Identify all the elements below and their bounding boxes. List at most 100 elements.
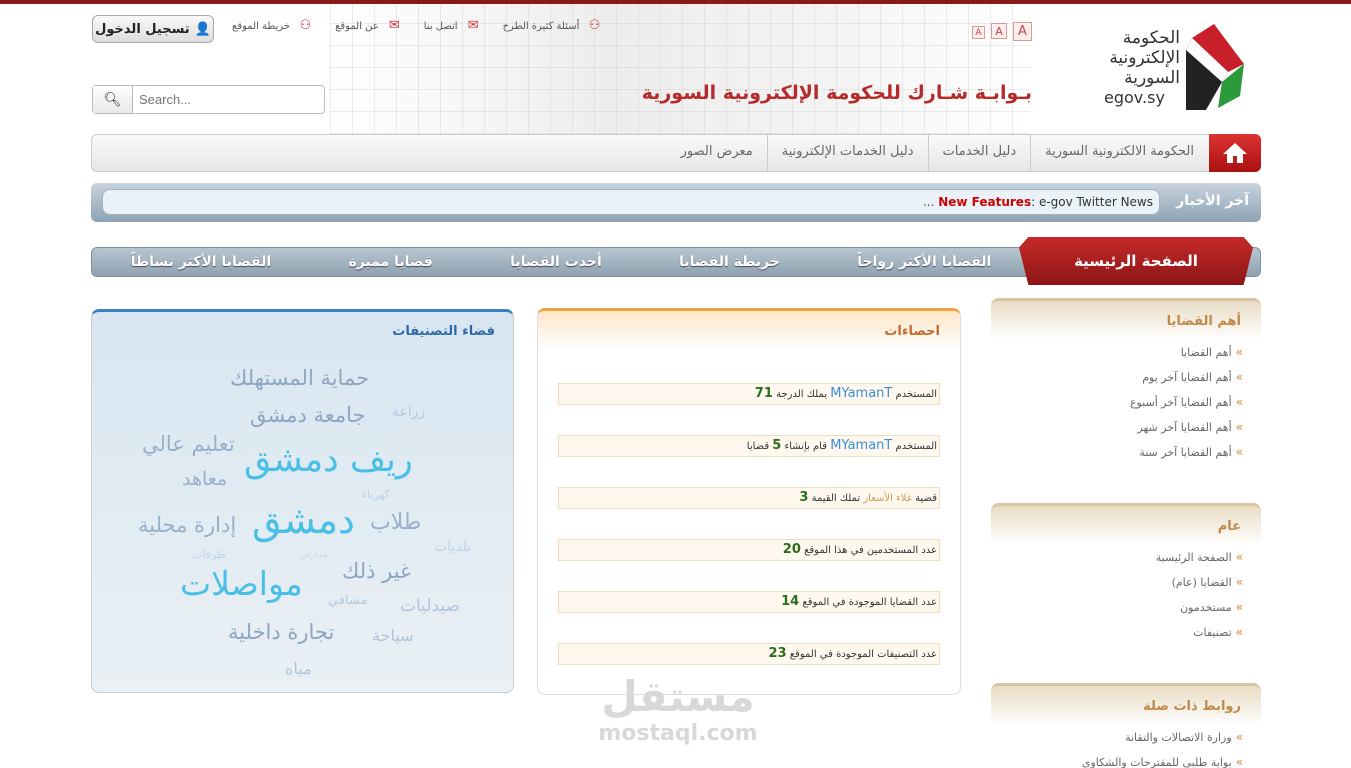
- issues-nav-map[interactable]: خريطة القضايا: [679, 248, 780, 278]
- tag-link[interactable]: مواصلات: [180, 564, 303, 603]
- stat-text: عدد المستخدمين في هذا الموقع: [804, 545, 937, 556]
- tag-cloud-box: فضاء التصنيفات حماية المستهلك زراعة جامع…: [91, 309, 514, 693]
- watermark-arabic: مستقل: [601, 672, 755, 721]
- tag-link[interactable]: طلاب: [370, 510, 421, 535]
- nav-item-gallery[interactable]: معرض الصور: [667, 135, 767, 171]
- font-size-medium-button[interactable]: A: [991, 23, 1007, 39]
- tag-link[interactable]: تعليم عالي: [142, 432, 235, 456]
- tag-link[interactable]: صيدليات: [400, 596, 460, 616]
- tag-link[interactable]: زراعة: [392, 404, 425, 420]
- nav-item-services[interactable]: دليل الخدمات: [927, 135, 1031, 171]
- stat-text: قام بإنشاء: [784, 441, 828, 452]
- sidebar-top-issues: أهم القضايا أهم القضايا أهم القضايا آخر …: [991, 298, 1261, 465]
- sitemap-link[interactable]: ⚇ خريطة الموقع: [232, 18, 312, 33]
- issues-nav-home[interactable]: الصفحة الرئيسية: [1019, 237, 1253, 285]
- nav-item-egov[interactable]: الحكومة الالكترونية السورية: [1030, 135, 1208, 171]
- home-icon: [1223, 143, 1247, 163]
- main-nav: الحكومة الالكترونية السورية دليل الخدمات…: [91, 134, 1261, 172]
- mail-icon: ✉: [467, 18, 479, 33]
- tag-link[interactable]: مدارس: [300, 550, 327, 560]
- tag-link[interactable]: دمشق: [252, 498, 355, 542]
- tag-link[interactable]: معاهد: [182, 468, 227, 490]
- logo-line3: السورية: [1124, 68, 1180, 88]
- stat-number: 71: [754, 386, 773, 401]
- stat-text: المستخدم: [895, 389, 937, 400]
- watermark: مستقل mostaql.com: [593, 672, 763, 746]
- tag-link[interactable]: بلديات: [434, 539, 471, 555]
- news-more: ...: [922, 195, 935, 209]
- logo-line2: الإلكترونية: [1109, 48, 1180, 68]
- issues-nav-latest[interactable]: أحدث القضايا: [510, 248, 602, 278]
- tag-link[interactable]: حماية المستهلك: [230, 366, 369, 390]
- tag-link[interactable]: جامعة دمشق: [250, 403, 366, 427]
- stat-text: عدد القضايا الموجودة في الموقع: [802, 597, 937, 608]
- stat-user-link[interactable]: MYamanT: [830, 386, 892, 401]
- sidebar-link[interactable]: تصنيفات: [991, 620, 1243, 645]
- news-headline: : e-gov Twitter News: [1031, 195, 1153, 209]
- news-feature-label: New Features: [938, 195, 1032, 209]
- stat-user-link[interactable]: MYamanT: [830, 438, 892, 453]
- sidebar-link[interactable]: مستخدمون: [991, 595, 1243, 620]
- egov-logo[interactable]: الحكومة الإلكترونية السورية egov.sy: [1100, 22, 1250, 112]
- tag-link[interactable]: ريف دمشق: [244, 440, 413, 480]
- issues-nav-active[interactable]: القضايا الأكثر نشاطاً: [131, 248, 271, 278]
- login-label: تسجيل الدخول: [95, 21, 190, 37]
- stat-text: المستخدم: [895, 441, 937, 452]
- font-size-controls: A A A: [972, 22, 1032, 41]
- tag-link[interactable]: إدارة محلية: [138, 513, 236, 537]
- sidebar-link[interactable]: بوابة طلبي للمقترحات والشكاوى: [991, 750, 1243, 768]
- top-links: ⚇ أسئلة كثيرة الطرح ✉ اتصل بنا ✉ عن الموقع …: [232, 18, 601, 33]
- tag-link[interactable]: تجارة داخلية: [228, 620, 334, 644]
- sidebar-related-links: روابط ذات صلة وزارة الاتصالات والتقانة ب…: [991, 683, 1261, 768]
- stat-text: قضية: [915, 493, 937, 504]
- issues-nav-featured[interactable]: قضايا مميزة: [348, 248, 432, 278]
- stat-number: 3: [799, 490, 809, 505]
- about-link[interactable]: ✉ عن الموقع: [335, 18, 400, 33]
- contact-link[interactable]: ✉ اتصل بنا: [424, 18, 479, 33]
- sidebar-link[interactable]: أهم القضايا آخر شهر: [991, 415, 1243, 440]
- logo-line1: الحكومة: [1122, 28, 1180, 48]
- tag-link[interactable]: مياه: [285, 659, 312, 678]
- stat-row: المستخدم MYamanT قام بإنشاء 5 قضايا: [558, 435, 940, 457]
- sidebar-link[interactable]: أهم القضايا آخر يوم: [991, 365, 1243, 390]
- news-ticker[interactable]: ... New Features: e-gov Twitter News: [102, 189, 1160, 215]
- home-button[interactable]: [1209, 134, 1261, 172]
- tag-link[interactable]: مشافي: [328, 593, 368, 608]
- user-icon: 👤: [194, 21, 211, 37]
- login-button[interactable]: 👤 تسجيل الدخول: [92, 15, 214, 43]
- tag-link[interactable]: غير ذلك: [342, 559, 411, 583]
- sidebar-link[interactable]: الصفحة الرئيسية: [991, 545, 1243, 570]
- search-icon: 🔍︎: [103, 91, 122, 108]
- stat-number: 14: [781, 594, 800, 609]
- sitemap-icon: ⚇: [299, 18, 312, 33]
- sidebar-link[interactable]: أهم القضايا آخر سنة: [991, 440, 1243, 465]
- sidebar-link[interactable]: القضايا (عام): [991, 570, 1243, 595]
- search-box: 🔍︎: [92, 85, 325, 114]
- sidebar-link[interactable]: أهم القضايا: [991, 340, 1243, 365]
- stat-text: يملك الدرجة: [776, 389, 828, 400]
- sidebar-link[interactable]: وزارة الاتصالات والتقانة: [991, 725, 1243, 750]
- stats-box: احصاءات المستخدم MYamanT يملك الدرجة 71 …: [537, 308, 961, 695]
- news-title: آخر الأخبار: [1176, 193, 1249, 209]
- font-size-small-button[interactable]: A: [972, 26, 985, 39]
- site-title: بـوابـة شـارك للحكومة الإلكترونية السوري…: [641, 82, 1032, 104]
- nav-item-eservices[interactable]: دليل الخدمات الإلكترونية: [766, 135, 928, 171]
- mail-icon: ✉: [388, 18, 400, 33]
- tag-link[interactable]: كهرباء: [362, 488, 390, 501]
- issues-nav-trending[interactable]: القضايا الأكثر رواجاً: [857, 248, 991, 278]
- flag-logo-icon: [1185, 24, 1244, 110]
- search-button[interactable]: 🔍︎: [93, 86, 133, 113]
- search-input[interactable]: [133, 86, 323, 113]
- tag-link[interactable]: طرقات: [192, 548, 226, 561]
- stat-row: المستخدم MYamanT يملك الدرجة 71: [558, 383, 940, 405]
- tag-link[interactable]: سياحة: [372, 626, 414, 645]
- sidebar-link[interactable]: أهم القضايا آخر أسبوع: [991, 390, 1243, 415]
- font-size-large-button[interactable]: A: [1013, 22, 1032, 41]
- stat-issue-link[interactable]: غلاء الأسعار: [863, 493, 912, 504]
- faq-link[interactable]: ⚇ أسئلة كثيرة الطرح: [502, 18, 601, 33]
- sidebar-general: عام الصفحة الرئيسية القضايا (عام) مستخدم…: [991, 503, 1261, 645]
- faq-link-label: أسئلة كثيرة الطرح: [502, 20, 580, 32]
- sitemap-icon: ⚇: [588, 18, 601, 33]
- news-bar: آخر الأخبار ... New Features: e-gov Twit…: [91, 183, 1261, 222]
- logo-text: الحكومة الإلكترونية السورية: [1109, 28, 1180, 88]
